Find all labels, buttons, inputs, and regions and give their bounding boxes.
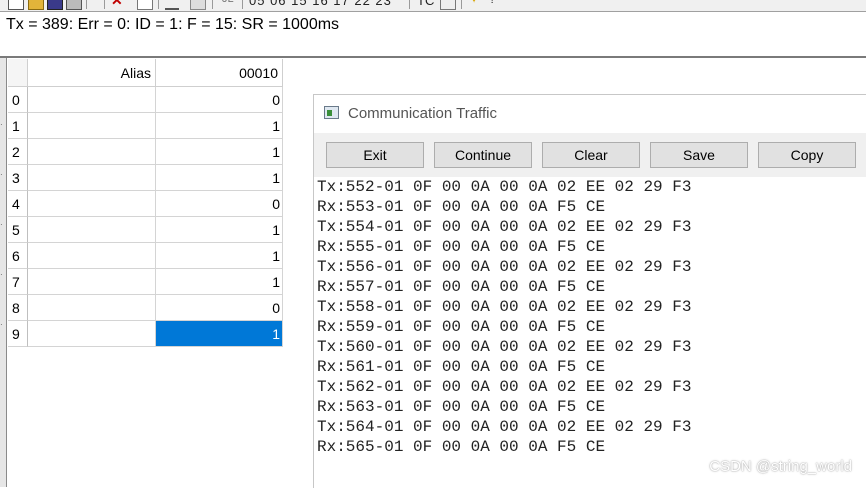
clear-button[interactable]: Clear bbox=[542, 142, 640, 168]
value-cell[interactable]: 0 bbox=[156, 191, 283, 217]
save-button[interactable]: Save bbox=[650, 142, 748, 168]
step-icon[interactable]: JL bbox=[222, 0, 236, 8]
value-cell[interactable]: 0 bbox=[156, 87, 283, 113]
grid-corner bbox=[8, 59, 28, 87]
log-line: Rx:561-01 0F 00 0A 00 0A F5 CE bbox=[317, 358, 606, 376]
continue-button[interactable]: Continue bbox=[434, 142, 532, 168]
row-header[interactable]: 2 bbox=[8, 139, 28, 165]
column-header-address[interactable]: 00010 bbox=[156, 59, 283, 87]
alias-cell[interactable] bbox=[28, 295, 156, 321]
alias-cell[interactable] bbox=[28, 321, 156, 347]
traffic-button-bar: Exit Continue Clear Save Copy bbox=[314, 133, 866, 177]
strip-mark: · bbox=[0, 170, 3, 179]
column-header-alias[interactable]: Alias bbox=[28, 59, 156, 87]
log-line: Rx:553-01 0F 00 0A 00 0A F5 CE bbox=[317, 198, 606, 216]
log-line: Tx:558-01 0F 00 0A 00 0A 02 EE 02 29 F3 bbox=[317, 298, 692, 316]
row-header[interactable]: 7 bbox=[8, 269, 28, 295]
log-line: Rx:557-01 0F 00 0A 00 0A F5 CE bbox=[317, 278, 606, 296]
value-cell[interactable]: 1 bbox=[156, 113, 283, 139]
value-cell[interactable]: 0 bbox=[156, 295, 283, 321]
open-folder-icon[interactable] bbox=[28, 0, 44, 10]
value-cell[interactable]: 1 bbox=[156, 165, 283, 191]
window-icon[interactable] bbox=[137, 0, 153, 10]
alias-cell[interactable] bbox=[28, 269, 156, 295]
row-header[interactable]: 0 bbox=[8, 87, 28, 113]
traffic-title: Communication Traffic bbox=[348, 105, 497, 122]
row-header[interactable]: 8 bbox=[8, 295, 28, 321]
alias-cell[interactable] bbox=[28, 139, 156, 165]
alias-cell[interactable] bbox=[28, 87, 156, 113]
log-line: Tx:560-01 0F 00 0A 00 0A 02 EE 02 29 F3 bbox=[317, 338, 692, 356]
toolbar-separator bbox=[158, 0, 159, 9]
window-app-icon bbox=[324, 106, 339, 119]
row-header[interactable]: 1 bbox=[8, 113, 28, 139]
toolbar: ✕ JL 05 06 15 16 17 22 23 TC ✦ ? bbox=[0, 0, 866, 12]
toolbar-separator bbox=[104, 0, 105, 9]
delete-icon[interactable]: ✕ bbox=[111, 0, 125, 8]
toolbar-separator bbox=[86, 0, 87, 9]
left-edge-strip: · · · · · bbox=[0, 58, 7, 487]
help-icon[interactable]: ? bbox=[489, 0, 503, 8]
log-line: Rx:563-01 0F 00 0A 00 0A F5 CE bbox=[317, 398, 606, 416]
log-line: Tx:564-01 0F 00 0A 00 0A 02 EE 02 29 F3 bbox=[317, 418, 692, 436]
image-icon[interactable] bbox=[440, 0, 456, 10]
strip-mark: · bbox=[0, 220, 3, 229]
new-file-icon[interactable] bbox=[8, 0, 24, 10]
toolbar-separator bbox=[461, 0, 462, 9]
strip-mark: · bbox=[0, 120, 3, 129]
log-line: Tx:552-01 0F 00 0A 00 0A 02 EE 02 29 F3 bbox=[317, 178, 692, 196]
save-icon[interactable] bbox=[47, 0, 63, 10]
log-line: Rx:559-01 0F 00 0A 00 0A F5 CE bbox=[317, 318, 606, 336]
value-cell[interactable]: 1 bbox=[156, 217, 283, 243]
strip-mark: · bbox=[0, 320, 3, 329]
value-cell[interactable]: 1 bbox=[156, 243, 283, 269]
disconnect-icon[interactable] bbox=[190, 0, 206, 10]
toolbar-separator bbox=[409, 0, 410, 9]
tc-button[interactable]: TC bbox=[417, 0, 434, 8]
column-header-alias-label: Alias bbox=[120, 65, 151, 81]
traffic-title-bar[interactable]: Communication Traffic bbox=[314, 95, 866, 133]
alias-cell[interactable] bbox=[28, 243, 156, 269]
row-header[interactable]: 5 bbox=[8, 217, 28, 243]
log-line: Tx:554-01 0F 00 0A 00 0A 02 EE 02 29 F3 bbox=[317, 218, 692, 236]
value-cell[interactable]: 1 bbox=[156, 321, 283, 347]
alias-cell[interactable] bbox=[28, 217, 156, 243]
exit-button[interactable]: Exit bbox=[326, 142, 424, 168]
log-line: Rx:555-01 0F 00 0A 00 0A F5 CE bbox=[317, 238, 606, 256]
status-bar: Tx = 389: Err = 0: ID = 1: F = 15: SR = … bbox=[0, 12, 866, 58]
toolbar-separator bbox=[242, 0, 243, 9]
row-header[interactable]: 3 bbox=[8, 165, 28, 191]
alias-cell[interactable] bbox=[28, 191, 156, 217]
traffic-log: Tx:552-01 0F 00 0A 00 0A 02 EE 02 29 F3 R… bbox=[317, 177, 866, 457]
strip-mark: · bbox=[0, 270, 3, 279]
copy-button[interactable]: Copy bbox=[758, 142, 856, 168]
register-grid: Alias 00010 00112131405161718091 bbox=[8, 59, 283, 349]
connect-icon[interactable] bbox=[165, 0, 179, 10]
function-code-buttons[interactable]: 05 06 15 16 17 22 23 bbox=[249, 0, 392, 8]
column-header-address-label: 00010 bbox=[239, 65, 278, 81]
row-header[interactable]: 4 bbox=[8, 191, 28, 217]
alias-cell[interactable] bbox=[28, 113, 156, 139]
toolbar-separator bbox=[212, 0, 213, 9]
log-line: Tx:556-01 0F 00 0A 00 0A 02 EE 02 29 F3 bbox=[317, 258, 692, 276]
bulb-icon[interactable]: ✦ bbox=[469, 0, 483, 8]
print-icon[interactable] bbox=[66, 0, 82, 10]
communication-traffic-window: Communication Traffic Exit Continue Clea… bbox=[313, 94, 866, 488]
row-header[interactable]: 6 bbox=[8, 243, 28, 269]
log-line: Tx:562-01 0F 00 0A 00 0A 02 EE 02 29 F3 bbox=[317, 378, 692, 396]
value-cell[interactable]: 1 bbox=[156, 269, 283, 295]
value-cell[interactable]: 1 bbox=[156, 139, 283, 165]
log-line: Rx:565-01 0F 00 0A 00 0A F5 CE bbox=[317, 438, 606, 456]
status-text: Tx = 389: Err = 0: ID = 1: F = 15: SR = … bbox=[6, 16, 340, 33]
watermark: CSDN @string_world bbox=[709, 458, 852, 475]
row-header[interactable]: 9 bbox=[8, 321, 28, 347]
alias-cell[interactable] bbox=[28, 165, 156, 191]
